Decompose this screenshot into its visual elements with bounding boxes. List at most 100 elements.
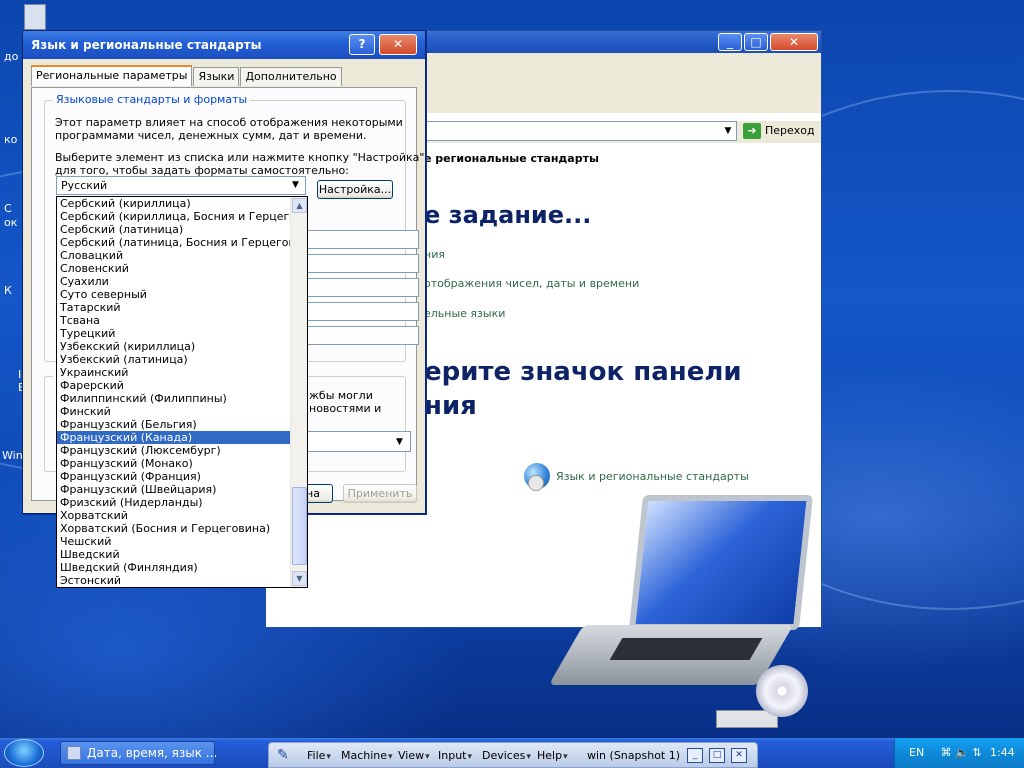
locale-option[interactable]: Хорватский (57, 509, 290, 522)
locale-option[interactable]: Турецкий (57, 327, 290, 340)
locale-option[interactable]: Сербский (латиница, Босния и Герцеговина… (57, 236, 290, 249)
safely-remove-icon[interactable]: ⇅ (970, 746, 984, 760)
pin-icon[interactable]: ✎ (277, 747, 293, 763)
locale-dropdown-list[interactable]: Сербский (кириллица) Сербский (кириллица,… (56, 196, 308, 588)
desktop-icon-label[interactable]: до (4, 50, 18, 63)
customize-button[interactable]: Настройка... (317, 180, 393, 199)
locale-option[interactable]: Украинский (57, 366, 290, 379)
dropdown-scrollbar[interactable]: ▲ ▼ (290, 197, 307, 587)
desktop-icon-label[interactable]: С (4, 202, 12, 215)
group-title: Языковые стандарты и форматы (53, 93, 251, 106)
scroll-down-icon[interactable]: ▼ (292, 571, 307, 586)
locale-option[interactable]: Хорватский (Босния и Герцеговина) (57, 522, 290, 535)
language-indicator[interactable]: EN (909, 746, 924, 759)
minimize-button[interactable]: _ (718, 33, 742, 51)
network-icon[interactable]: ⌘ (939, 746, 953, 760)
task-heading: е задание... (424, 201, 592, 229)
vbox-menu-machine[interactable]: Machine (341, 749, 393, 762)
locale-option[interactable]: Фарерский (57, 379, 290, 392)
vbox-menu-input[interactable]: Input (438, 749, 472, 762)
clock[interactable]: 1:44 (990, 746, 1015, 759)
locale-option[interactable]: Суахили (57, 275, 290, 288)
start-button[interactable] (4, 739, 44, 767)
close-icon[interactable]: ✕ (731, 748, 747, 763)
apply-button[interactable]: Применить (343, 484, 417, 503)
locale-option[interactable]: Сербский (кириллица, Босния и Герцеговин… (57, 210, 290, 223)
locale-option[interactable]: Французский (Швейцария) (57, 483, 290, 496)
desktop-shortcut-icon[interactable] (24, 4, 46, 30)
taskbar-item-regional-settings[interactable]: Дата, время, язык ... (60, 741, 218, 765)
icon-heading-line1: ерите значок панели (424, 357, 742, 387)
desktop-icon-label[interactable]: ко (4, 133, 17, 146)
locale-option[interactable]: Французский (Франция) (57, 470, 290, 483)
tab-regional-options[interactable]: Региональные параметры (31, 65, 193, 86)
locale-option[interactable]: Фризский (Нидерланды) (57, 496, 290, 509)
chevron-down-icon[interactable]: ▼ (288, 178, 303, 193)
maximize-button[interactable]: □ (744, 33, 768, 51)
dialog-title: Язык и региональные стандарты (31, 38, 262, 52)
regional-settings-label[interactable]: Язык и региональные стандарты (556, 470, 749, 483)
locale-option[interactable]: Словацкий (57, 249, 290, 262)
instruction-text: Выберите элемент из списка или нажмите к… (55, 151, 425, 164)
help-button[interactable]: ? (349, 34, 375, 55)
locale-option[interactable]: Шведский (Финляндия) (57, 561, 290, 574)
locale-option[interactable]: Французский (Люксембург) (57, 444, 290, 457)
close-button[interactable]: ✕ (770, 33, 818, 51)
locale-option[interactable]: Французский (Бельгия) (57, 418, 290, 431)
minimize-icon[interactable]: _ (687, 748, 703, 763)
locale-select[interactable]: Русский ▼ (56, 176, 306, 195)
tab-languages[interactable]: Языки (193, 67, 240, 86)
desktop-icon-label[interactable]: К (4, 284, 12, 297)
locale-option[interactable]: Узбекский (кириллица) (57, 340, 290, 353)
locale-option[interactable]: Сербский (латиница) (57, 223, 290, 236)
description-text: Этот параметр влияет на способ отображен… (55, 116, 403, 129)
virtualbox-toolbar: ✎ File Machine View Input Devices Help w… (268, 742, 758, 768)
desktop: до ко С ок К I E Wine _ □ ✕ ▼ ➜ Переход … (0, 0, 1024, 738)
dialog-tabs: Региональные параметры Языки Дополнитель… (31, 65, 343, 86)
go-arrow-icon[interactable]: ➜ (743, 123, 761, 139)
locale-option[interactable]: Эстонский (57, 574, 290, 587)
address-bar: ▼ ➜ Переход (416, 121, 821, 143)
chevron-down-icon[interactable]: ▼ (392, 435, 407, 450)
system-tray: EN ⌘ 🔈 ⇅ 1:44 (894, 738, 1024, 768)
vbox-menu-help[interactable]: Help (537, 749, 568, 762)
tab-advanced[interactable]: Дополнительно (240, 67, 342, 86)
dialog-close-button[interactable]: ✕ (379, 34, 417, 55)
control-panel-icon (67, 746, 81, 760)
desktop-icon-label[interactable]: I (18, 368, 21, 381)
desktop-icon-label[interactable]: ок (4, 216, 17, 229)
go-button[interactable]: Переход (765, 124, 815, 137)
locale-option[interactable]: Финский (57, 405, 290, 418)
task-link[interactable]: ния (424, 248, 445, 261)
scroll-up-icon[interactable]: ▲ (292, 198, 307, 213)
locale-option[interactable]: Татарский (57, 301, 290, 314)
locale-option[interactable]: Французский (Канада) (57, 431, 290, 444)
task-link[interactable]: ельные языки (424, 307, 505, 320)
locale-option[interactable]: Тсвана (57, 314, 290, 327)
regional-settings-item[interactable]: Язык и региональные стандарты (524, 463, 749, 491)
locale-option[interactable]: Филиппинский (Филиппины) (57, 392, 290, 405)
locale-option[interactable]: Словенский (57, 262, 290, 275)
fullscreen-icon[interactable]: □ (709, 748, 725, 763)
task-link[interactable]: отображения чисел, даты и времени (424, 277, 639, 290)
locale-option[interactable]: Шведский (57, 548, 290, 561)
taskbar-item-label: Дата, время, язык ... (87, 746, 218, 760)
chevron-down-icon[interactable]: ▼ (720, 122, 736, 140)
locale-option[interactable]: Узбекский (латиница) (57, 353, 290, 366)
locale-option[interactable]: Чешский (57, 535, 290, 548)
volume-icon[interactable]: 🔈 (955, 746, 969, 760)
scroll-thumb[interactable] (292, 487, 307, 565)
locale-option[interactable]: Французский (Монако) (57, 457, 290, 470)
globe-clock-icon (524, 463, 550, 491)
sample-field (299, 326, 419, 345)
vbox-menu-devices[interactable]: Devices (482, 749, 531, 762)
address-input[interactable]: ▼ (416, 121, 737, 141)
locale-option[interactable]: Сербский (кириллица) (57, 197, 290, 210)
vbox-menu-view[interactable]: View (398, 749, 430, 762)
description-text: программами чисел, денежных сумм, дат и … (55, 129, 367, 142)
vbox-menu-file[interactable]: File (307, 749, 331, 762)
locale-option[interactable]: Суто северный (57, 288, 290, 301)
location-text: жбы могли (309, 389, 373, 402)
dialog-titlebar[interactable]: Язык и региональные стандарты ? ✕ (23, 31, 425, 59)
location-text: новостями и (309, 402, 382, 415)
